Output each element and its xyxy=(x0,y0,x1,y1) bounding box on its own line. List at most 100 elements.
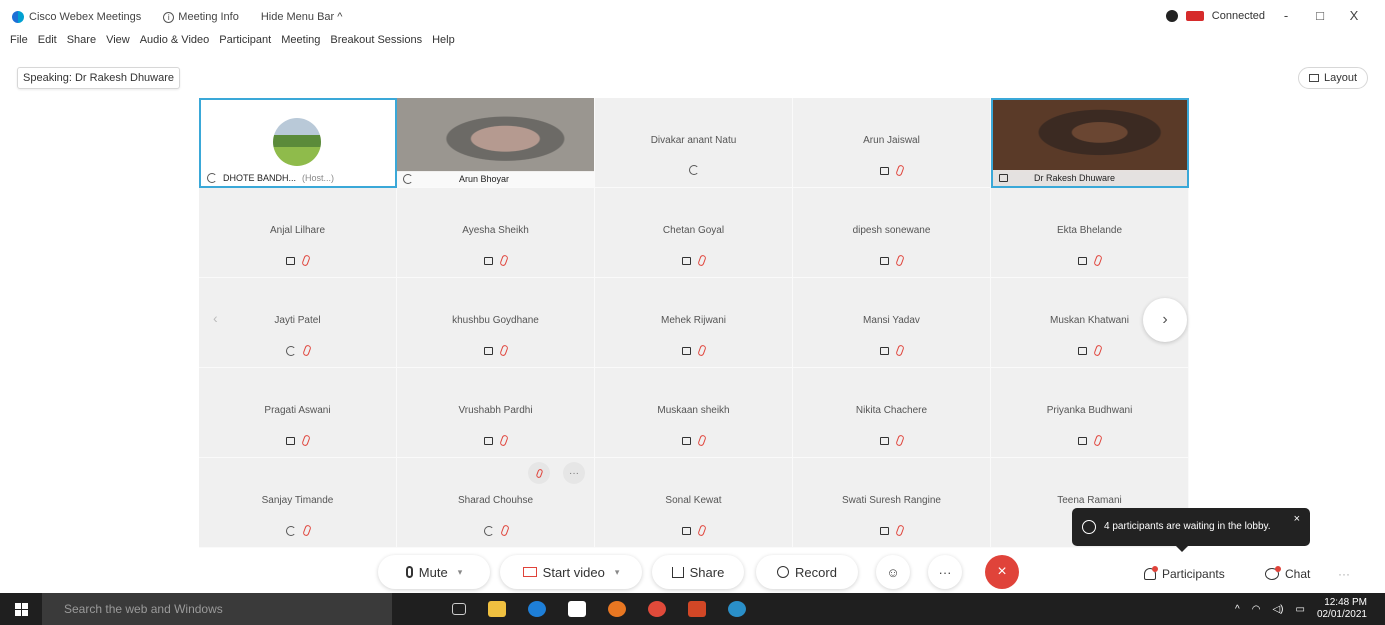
participant-tile[interactable]: khushbu Goydhane xyxy=(397,278,595,368)
participant-tile[interactable]: Jayti Patel xyxy=(199,278,397,368)
chevron-down-icon[interactable]: ▾ xyxy=(615,567,620,578)
participant-tile[interactable]: Pragati Aswani xyxy=(199,368,397,458)
menu-help[interactable]: Help xyxy=(432,34,455,52)
participant-tile[interactable]: Priyanka Budhwani xyxy=(991,368,1189,458)
start-button[interactable] xyxy=(0,593,42,625)
participant-name: DHOTE BANDH... xyxy=(223,173,297,183)
firefox-icon[interactable] xyxy=(608,601,626,617)
task-view-icon[interactable] xyxy=(452,603,466,615)
store-icon[interactable] xyxy=(568,601,586,617)
participant-tile[interactable]: Vrushabh Pardhi xyxy=(397,368,595,458)
chat-button[interactable]: Chat xyxy=(1265,559,1310,589)
windows-taskbar: Search the web and Windows ^ ◠ ◁) ▭ 12:4… xyxy=(0,593,1385,625)
status-icon xyxy=(1165,9,1178,22)
menu-audio-video[interactable]: Audio & Video xyxy=(140,34,210,52)
participant-tile[interactable]: Divakar anant Natu xyxy=(595,98,793,188)
edge-icon[interactable] xyxy=(528,601,546,617)
floating-mic-button[interactable] xyxy=(528,462,550,484)
reactions-button[interactable]: ☺ xyxy=(876,555,910,589)
share-label: Share xyxy=(689,564,725,580)
camera-off-icon xyxy=(880,256,889,265)
camera-off-icon xyxy=(1078,436,1087,445)
participant-tile[interactable]: Mansi Yadav xyxy=(793,278,991,368)
next-page-button[interactable]: › xyxy=(1143,298,1187,342)
tile-label-bar: Arun Bhoyar xyxy=(397,171,594,187)
more-options-button[interactable]: ··· xyxy=(928,555,962,589)
participant-name: Muskan Khatwani xyxy=(1050,315,1129,326)
mic-muted-icon xyxy=(499,254,509,267)
participant-status xyxy=(880,254,905,267)
app-name: Cisco Webex Meetings xyxy=(29,11,142,23)
webex-taskbar-icon[interactable] xyxy=(728,601,746,617)
mic-muted-icon xyxy=(301,434,311,447)
phone-icon xyxy=(285,525,296,536)
mute-button[interactable]: Mute ▾ xyxy=(378,555,490,589)
share-button[interactable]: Share xyxy=(652,555,744,589)
participant-tile[interactable]: Mehek Rijwani xyxy=(595,278,793,368)
participant-name: Nikita Chachere xyxy=(855,405,928,416)
start-video-button[interactable]: Start video ▾ xyxy=(500,555,642,589)
participants-button[interactable]: Participants xyxy=(1144,559,1225,589)
menu-participant[interactable]: Participant xyxy=(219,34,271,52)
mic-muted-icon xyxy=(499,524,510,537)
menu-view[interactable]: View xyxy=(106,34,130,52)
minimize-button[interactable]: - xyxy=(1273,8,1299,23)
menu-share[interactable]: Share xyxy=(67,34,96,52)
hide-menu-bar-button[interactable]: Hide Menu Bar ^ xyxy=(261,11,343,23)
participant-name: Teena Ramani xyxy=(1057,495,1122,506)
taskbar-search-input[interactable]: Search the web and Windows xyxy=(42,593,392,625)
participant-status xyxy=(682,524,707,537)
participant-tile[interactable]: Arun Jaiswal xyxy=(793,98,991,188)
camera-off-icon xyxy=(880,436,889,445)
chat-label: Chat xyxy=(1285,567,1311,581)
participant-status xyxy=(483,524,510,537)
menu-file[interactable]: File xyxy=(10,34,28,52)
participant-tile[interactable]: Arun Bhoyar xyxy=(397,98,595,188)
meeting-info-button[interactable]: i Meeting Info xyxy=(163,11,239,23)
participant-tile[interactable]: Sonal Kewat xyxy=(595,458,793,548)
camera-off-icon xyxy=(999,174,1008,182)
powerpoint-icon[interactable] xyxy=(688,601,706,617)
menu-breakout-sessions[interactable]: Breakout Sessions xyxy=(330,34,422,52)
more-panels-button[interactable]: ··· xyxy=(1338,559,1350,589)
chevron-up-icon[interactable]: ^ xyxy=(1235,604,1240,615)
participant-tile[interactable]: DHOTE BANDH... (Host...) xyxy=(199,98,397,188)
layout-button[interactable]: Layout xyxy=(1297,67,1368,89)
wifi-icon[interactable]: ◠ xyxy=(1252,604,1261,615)
participant-tile[interactable]: Nikita Chachere xyxy=(793,368,991,458)
smiley-icon: ☺ xyxy=(886,564,900,580)
leave-meeting-button[interactable]: × xyxy=(985,555,1019,589)
participant-tile[interactable]: Dr Rakesh Dhuware xyxy=(991,98,1189,188)
participant-tile[interactable]: Ayesha Sheikh xyxy=(397,188,595,278)
menu-edit[interactable]: Edit xyxy=(38,34,57,52)
floating-more-button[interactable]: ··· xyxy=(563,462,585,484)
file-explorer-icon[interactable] xyxy=(488,601,506,617)
chevron-down-icon[interactable]: ▾ xyxy=(458,567,463,578)
participant-status xyxy=(1078,254,1103,267)
app-title: Cisco Webex Meetings xyxy=(12,11,141,23)
close-icon[interactable]: × xyxy=(1294,513,1300,525)
close-window-button[interactable]: X xyxy=(1341,8,1367,23)
notification-icon[interactable]: ▭ xyxy=(1295,604,1304,615)
video-feed xyxy=(397,98,594,172)
clock[interactable]: 12:48 PM 02/01/2021 xyxy=(1317,597,1367,621)
maximize-button[interactable]: □ xyxy=(1307,8,1333,23)
participant-tile[interactable]: Sanjay Timande xyxy=(199,458,397,548)
microphone-icon xyxy=(405,566,413,578)
mic-muted-icon xyxy=(499,344,509,357)
participant-tile[interactable]: dipesh sonewane xyxy=(793,188,991,278)
menu-meeting[interactable]: Meeting xyxy=(281,34,320,52)
participant-status xyxy=(682,254,707,267)
participant-tile[interactable]: Chetan Goyal xyxy=(595,188,793,278)
participant-tile[interactable]: Muskaan sheikh xyxy=(595,368,793,458)
previous-page-chevron-icon[interactable]: ‹ xyxy=(213,310,218,326)
participant-status xyxy=(880,434,905,447)
participant-name: Muskaan sheikh xyxy=(657,405,730,416)
volume-icon[interactable]: ◁) xyxy=(1272,604,1283,615)
participant-tile[interactable]: Swati Suresh Rangine xyxy=(793,458,991,548)
participant-status xyxy=(286,254,311,267)
participant-tile[interactable]: Ekta Bhelande xyxy=(991,188,1189,278)
chrome-icon[interactable] xyxy=(648,601,666,617)
record-button[interactable]: Record xyxy=(756,555,858,589)
participant-tile[interactable]: Anjal Lilhare xyxy=(199,188,397,278)
